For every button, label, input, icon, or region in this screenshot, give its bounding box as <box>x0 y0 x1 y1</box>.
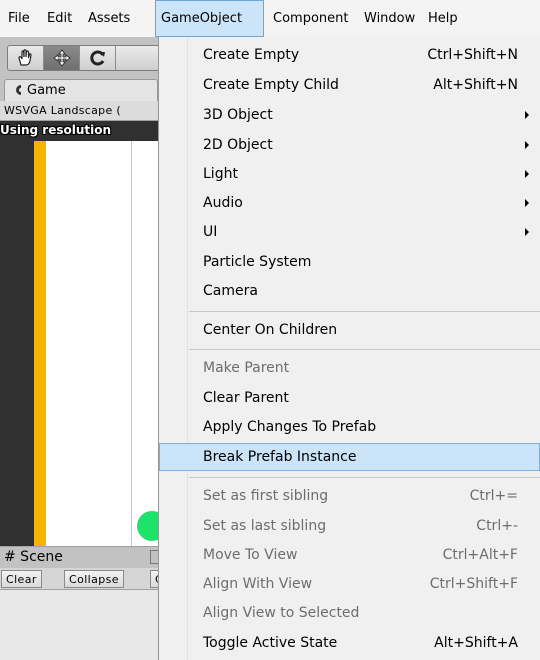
menu-item-set-as-first-sibling: Set as first sibling Ctrl+= <box>159 482 540 510</box>
menu-item-shortcut: Alt+Shift+A <box>434 635 518 651</box>
menu-item-shortcut: Ctrl+Shift+N <box>427 47 518 63</box>
scene-tab[interactable]: # Scene <box>0 546 158 568</box>
menu-item-label: Create Empty Child <box>203 77 339 93</box>
menu-item-label: UI <box>203 224 218 240</box>
viewport-canvas <box>46 141 131 580</box>
menu-item-3d-object[interactable]: 3D Object <box>159 101 540 129</box>
menu-item-label: Move To View <box>203 547 298 563</box>
menu-item-label: Create Empty <box>203 47 300 63</box>
menu-item-toggle-active-state[interactable]: Toggle Active State Alt+Shift+A <box>159 629 540 657</box>
transform-toolbar <box>0 37 158 77</box>
submenu-arrow-icon <box>525 170 529 178</box>
menu-separator <box>189 349 540 350</box>
console-toolbar: Clear Collapse C <box>0 568 158 590</box>
menu-item-label: 2D Object <box>203 137 273 153</box>
menu-item-label: Set as last sibling <box>203 518 327 534</box>
menu-item-label: Particle System <box>203 254 312 270</box>
menu-item-2d-object[interactable]: 2D Object <box>159 131 540 159</box>
menu-item-label: Toggle Active State <box>203 635 338 651</box>
clear-button[interactable]: Clear <box>1 570 42 588</box>
tool-group <box>7 45 158 71</box>
game-viewport[interactable]: Using resolution <box>0 121 158 580</box>
menu-item-create-empty[interactable]: Create Empty Ctrl+Shift+N <box>159 41 540 69</box>
resolution-dropdown[interactable]: WSVGA Landscape ( <box>0 101 158 121</box>
rotate-tool-button[interactable] <box>80 46 116 70</box>
menu-item-label: Center On Children <box>203 322 338 338</box>
menu-item-ui[interactable]: UI <box>159 218 540 246</box>
menu-item-label: Align View to Selected <box>203 605 360 621</box>
menu-item-make-parent: Make Parent <box>159 354 540 382</box>
menu-help[interactable]: Help <box>423 0 463 37</box>
submenu-arrow-icon <box>525 111 529 119</box>
move-tool-button[interactable] <box>44 46 80 70</box>
menu-item-audio[interactable]: Audio <box>159 189 540 217</box>
menu-item-label: Align With View <box>203 576 313 592</box>
menu-item-label: Audio <box>203 195 243 211</box>
menu-item-create-empty-child[interactable]: Create Empty Child Alt+Shift+N <box>159 71 540 99</box>
collapse-button[interactable]: Collapse <box>64 570 124 588</box>
game-tab[interactable]: Game <box>4 79 158 101</box>
hand-tool-button[interactable] <box>8 46 44 70</box>
scale-tool-button[interactable] <box>116 46 152 70</box>
menu-item-align-view-to-selected: Align View to Selected <box>159 599 540 627</box>
scene-tab-label: # Scene <box>4 549 63 565</box>
game-tab-label: Game <box>27 83 66 98</box>
submenu-arrow-icon <box>525 199 529 207</box>
menu-item-shortcut: Ctrl+= <box>469 488 518 504</box>
menu-bar: File Edit Assets GameObject Component Wi… <box>0 0 540 38</box>
menu-separator <box>189 477 540 478</box>
menu-item-clear-parent[interactable]: Clear Parent <box>159 384 540 412</box>
console-button[interactable]: C <box>150 570 158 588</box>
game-controller-icon <box>16 85 21 95</box>
submenu-arrow-icon <box>525 141 529 149</box>
menu-item-light[interactable]: Light <box>159 160 540 188</box>
menu-window[interactable]: Window <box>359 0 420 37</box>
hand-icon <box>18 49 32 66</box>
using-resolution-text: Using resolution <box>0 123 112 137</box>
menu-item-break-prefab-instance[interactable]: Break Prefab Instance <box>159 443 540 471</box>
menu-assets[interactable]: Assets <box>83 0 135 37</box>
menu-item-label: Make Parent <box>203 360 290 376</box>
menu-item-shortcut: Ctrl+Shift+F <box>429 576 518 592</box>
editor-panel: Game WSVGA Landscape ( Using resolution … <box>0 37 158 660</box>
move-icon <box>53 49 71 67</box>
menu-item-label: Apply Changes To Prefab <box>203 419 377 435</box>
menu-separator <box>189 311 540 312</box>
resolution-label: WSVGA Landscape ( <box>4 104 121 117</box>
tab-icon <box>150 550 158 564</box>
gameobject-menu: Create Empty Ctrl+Shift+N Create Empty C… <box>158 37 540 660</box>
menu-item-shortcut: Alt+Shift+N <box>433 77 518 93</box>
menu-item-center-on-children[interactable]: Center On Children <box>159 316 540 344</box>
rotate-icon <box>90 50 105 66</box>
menu-item-shortcut: Ctrl+Alt+F <box>442 547 518 563</box>
menu-item-label: Set as first sibling <box>203 488 329 504</box>
menu-item-label: Break Prefab Instance <box>203 449 357 465</box>
menu-item-set-as-last-sibling: Set as last sibling Ctrl+- <box>159 512 540 540</box>
menu-item-shortcut: Ctrl+- <box>476 518 518 534</box>
submenu-arrow-icon <box>525 228 529 236</box>
viewport-divider <box>131 141 132 580</box>
menu-edit[interactable]: Edit <box>42 0 77 37</box>
viewport-border-left <box>34 141 46 580</box>
menu-item-label: 3D Object <box>203 107 273 123</box>
menu-item-camera[interactable]: Camera <box>159 277 540 305</box>
menu-file[interactable]: File <box>3 0 35 37</box>
menu-item-move-to-view: Move To View Ctrl+Alt+F <box>159 541 540 569</box>
console-body <box>0 590 158 660</box>
menu-item-align-with-view: Align With View Ctrl+Shift+F <box>159 570 540 598</box>
menu-item-apply-changes-to-prefab[interactable]: Apply Changes To Prefab <box>159 413 540 441</box>
menu-item-label: Camera <box>203 283 258 299</box>
menu-item-particle-system[interactable]: Particle System <box>159 248 540 276</box>
menu-item-label: Light <box>203 166 238 182</box>
menu-item-label: Clear Parent <box>203 390 289 406</box>
menu-component[interactable]: Component <box>268 0 353 37</box>
menu-gameobject[interactable]: GameObject <box>155 0 264 37</box>
